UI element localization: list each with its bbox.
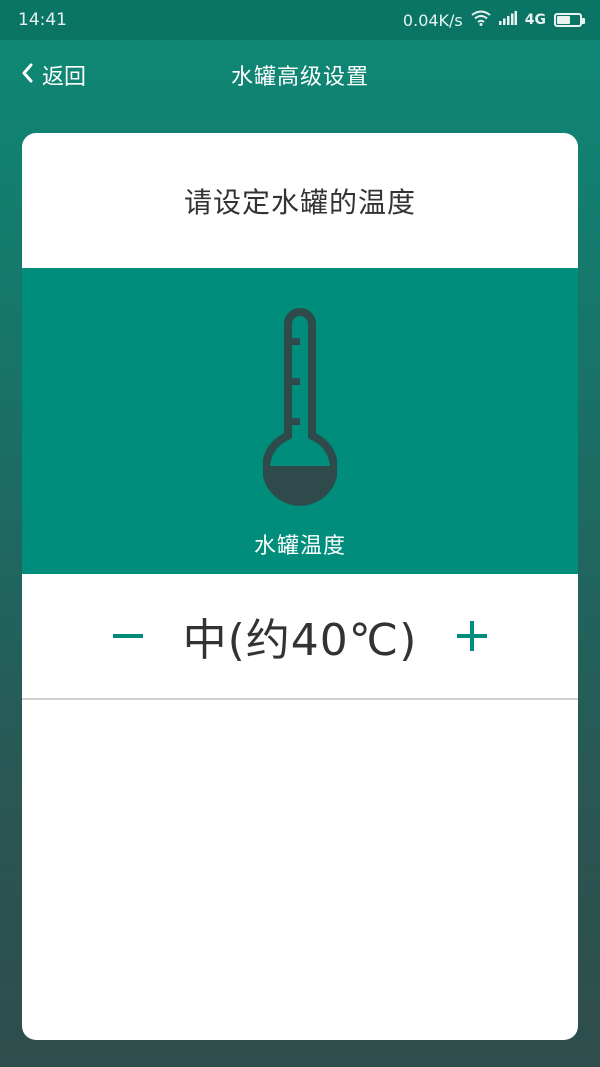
back-button[interactable]: 返回 (20, 40, 86, 110)
status-time: 14:41 (18, 10, 67, 30)
wifi-icon (471, 10, 491, 31)
network-type: 4G (524, 12, 546, 28)
minus-icon (112, 634, 143, 638)
status-indicators: 0.04K/s 4G (402, 10, 585, 31)
thermometer-icon (263, 308, 337, 506)
nav-bar: 返回 水罐高级设置 (0, 40, 600, 110)
chevron-left-icon (20, 62, 34, 88)
decrease-button[interactable] (103, 611, 153, 661)
network-speed: 0.04K/s (402, 10, 463, 30)
battery-fill (557, 16, 571, 24)
signal-icon (498, 10, 517, 30)
settings-card: 请设定水罐的温度 水罐温度 中(约40℃) (22, 133, 578, 1040)
increase-button[interactable] (447, 611, 497, 661)
temperature-value: 中(约40℃) (182, 615, 418, 666)
battery-icon (554, 13, 585, 27)
card-prompt: 请设定水罐的温度 (22, 133, 578, 268)
temperature-control: 中(约40℃) (22, 574, 578, 700)
status-bar: 14:41 0.04K/s 4G (0, 0, 600, 40)
back-label: 返回 (42, 65, 87, 90)
prompt-text: 请设定水罐的温度 (183, 185, 416, 219)
hero-label: 水罐温度 (253, 534, 346, 559)
plus-icon (457, 621, 488, 651)
temperature-hero: 水罐温度 (22, 268, 578, 574)
page-title: 水罐高级设置 (230, 65, 369, 90)
